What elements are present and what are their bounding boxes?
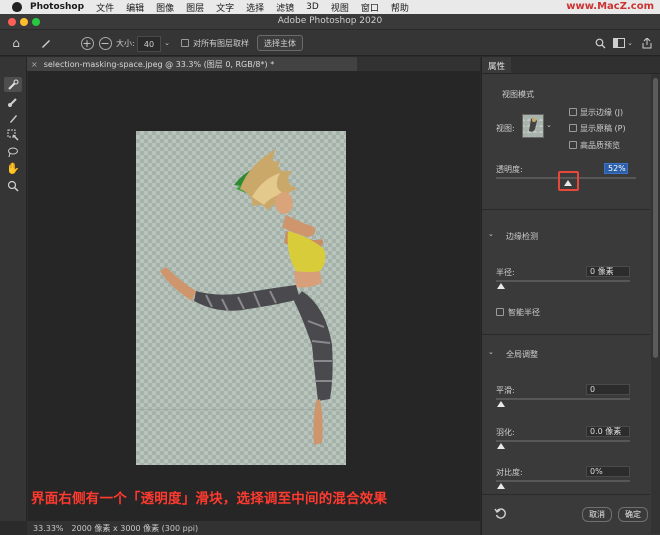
opacity-slider-thumb[interactable] <box>564 180 572 186</box>
document-tab-strip: × selection-masking-space.jpeg @ 33.3% (… <box>27 57 480 71</box>
menu-select[interactable]: 选择 <box>246 1 264 14</box>
contrast-slider-thumb[interactable] <box>497 483 505 489</box>
menu-view[interactable]: 视图 <box>331 1 349 14</box>
opacity-label: 透明度: <box>496 165 523 174</box>
contrast-slider-track[interactable] <box>496 480 630 482</box>
window-title: Adobe Photoshop 2020 <box>277 16 383 26</box>
tab-properties[interactable]: 属性 <box>482 57 512 73</box>
zoom-level[interactable]: 33.33% <box>33 524 64 533</box>
menu-photoshop[interactable]: Photoshop <box>30 2 84 12</box>
subtract-from-selection-icon[interactable]: − <box>98 35 112 51</box>
workspace-chevron-icon[interactable]: ⌄ <box>626 35 634 51</box>
menu-help[interactable]: 帮助 <box>391 1 409 14</box>
section-divider <box>482 209 650 210</box>
radius-slider-track[interactable] <box>496 280 630 282</box>
document-image[interactable] <box>136 131 346 465</box>
tools-panel: ✋ <box>0 57 27 521</box>
document-tab-label: selection-masking-space.jpeg @ 33.3% (图层… <box>43 59 275 69</box>
tutorial-caption: 界面右侧有一个「透明度」滑块，选择调至中间的混合效果 <box>31 491 388 507</box>
hq-preview-label: 高品质预览 <box>580 141 620 150</box>
show-original-label: 显示原稿 (P) <box>580 124 626 133</box>
menu-layer[interactable]: 图层 <box>186 1 204 14</box>
document-tab[interactable]: × selection-masking-space.jpeg @ 33.3% (… <box>27 57 357 71</box>
canvas-area[interactable]: 界面右侧有一个「透明度」滑块，选择调至中间的混合效果 <box>28 71 480 521</box>
view-mode-chevron-icon[interactable]: ⌄ <box>546 121 552 129</box>
smooth-slider-track[interactable] <box>496 398 630 400</box>
edge-detection-heading[interactable]: 边缘检测 <box>506 231 538 242</box>
hand-tool-icon[interactable]: ✋ <box>4 161 22 176</box>
quick-selection-tool-icon[interactable] <box>4 77 22 92</box>
home-icon[interactable]: ⌂ <box>8 35 24 51</box>
watermark-brand: www.MacZ.com <box>566 1 654 12</box>
view-mode-thumbnail[interactable] <box>522 114 544 138</box>
radius-field[interactable]: 0 像素 <box>586 266 630 277</box>
properties-panel: 属性 视图模式 视图: ⌄ 显示边缘 (J) 显示原稿 (P) 高品质预览 透明… <box>481 57 660 535</box>
view-mode-heading: 视图模式 <box>502 90 534 99</box>
smart-radius-label: 智能半径 <box>508 308 540 317</box>
feather-slider-thumb[interactable] <box>497 443 505 449</box>
close-tab-icon[interactable]: × <box>31 60 38 69</box>
status-bar: 33.33% 2000 像素 x 3000 像素 (300 ppi) <box>27 521 480 535</box>
search-icon[interactable] <box>594 35 606 51</box>
brush-tool-icon[interactable] <box>4 110 22 125</box>
edge-detection-chevron-icon[interactable]: ⌄ <box>488 230 494 238</box>
smooth-slider-thumb[interactable] <box>497 401 505 407</box>
workspace-icon[interactable] <box>612 35 626 51</box>
share-icon[interactable] <box>640 35 654 51</box>
global-refinements-heading[interactable]: 全局调整 <box>506 349 538 360</box>
section-divider <box>482 334 650 335</box>
object-selection-tool-icon[interactable] <box>4 127 22 142</box>
dancer-figure <box>136 149 346 445</box>
section-divider <box>482 494 650 495</box>
refine-edge-brush-icon[interactable] <box>4 94 22 109</box>
chevron-down-icon[interactable]: ⌄ <box>162 35 172 51</box>
menu-3d[interactable]: 3D <box>306 2 319 12</box>
sample-all-layers-checkbox[interactable] <box>180 35 190 51</box>
contrast-label: 对比度: <box>496 468 523 477</box>
size-label: 大小: <box>116 38 135 48</box>
radius-label: 半径: <box>496 268 515 277</box>
menu-type[interactable]: 文字 <box>216 1 234 14</box>
ok-button[interactable]: 确定 <box>618 507 648 522</box>
hq-preview-checkbox[interactable] <box>569 141 577 149</box>
feather-slider-track[interactable] <box>496 440 630 442</box>
select-subject-button[interactable]: 选择主体 <box>257 35 303 51</box>
options-bar: ⌂ + − 大小: 40 ⌄ 对所有图层取样 选择主体 ⌄ <box>0 30 660 56</box>
feather-label: 羽化: <box>496 428 515 437</box>
zoom-tool-icon[interactable] <box>4 178 22 193</box>
view-label: 视图: <box>496 124 515 133</box>
lasso-tool-icon[interactable] <box>4 144 22 159</box>
sample-all-layers-label: 对所有图层取样 <box>193 38 249 48</box>
properties-panel-header: 属性 <box>482 57 660 74</box>
global-refinements-chevron-icon[interactable]: ⌄ <box>488 348 494 356</box>
cancel-button[interactable]: 取消 <box>582 507 612 522</box>
radius-slider-thumb[interactable] <box>497 283 505 289</box>
reset-icon[interactable] <box>494 507 508 521</box>
apple-icon[interactable] <box>12 2 22 12</box>
panel-scrollbar-thumb[interactable] <box>653 78 658 358</box>
smooth-field[interactable]: 0 <box>586 384 630 395</box>
window-titlebar: Adobe Photoshop 2020 <box>0 14 660 30</box>
contrast-field[interactable]: 0% <box>586 466 630 477</box>
show-edge-checkbox[interactable] <box>569 108 577 116</box>
panel-scrollbar[interactable] <box>651 74 660 534</box>
mac-menubar: Photoshop 文件 编辑 图像 图层 文字 选择 滤镜 3D 视图 窗口 … <box>0 0 660 14</box>
brush-preset-icon[interactable] <box>38 35 54 51</box>
opacity-value-field[interactable]: 52% <box>604 163 628 174</box>
menu-filter[interactable]: 滤镜 <box>276 1 294 14</box>
show-original-checkbox[interactable] <box>569 124 577 132</box>
menu-file[interactable]: 文件 <box>96 1 114 14</box>
menu-window[interactable]: 窗口 <box>361 1 379 14</box>
smart-radius-checkbox[interactable] <box>496 308 504 316</box>
smooth-label: 平滑: <box>496 386 515 395</box>
brush-size-field[interactable]: 40 <box>137 36 161 52</box>
add-to-selection-icon[interactable]: + <box>80 35 94 51</box>
feather-field[interactable]: 0.0 像素 <box>586 426 630 437</box>
menu-edit[interactable]: 编辑 <box>126 1 144 14</box>
menu-image[interactable]: 图像 <box>156 1 174 14</box>
show-edge-label: 显示边缘 (J) <box>580 108 624 117</box>
document-info: 2000 像素 x 3000 像素 (300 ppi) <box>71 523 199 533</box>
